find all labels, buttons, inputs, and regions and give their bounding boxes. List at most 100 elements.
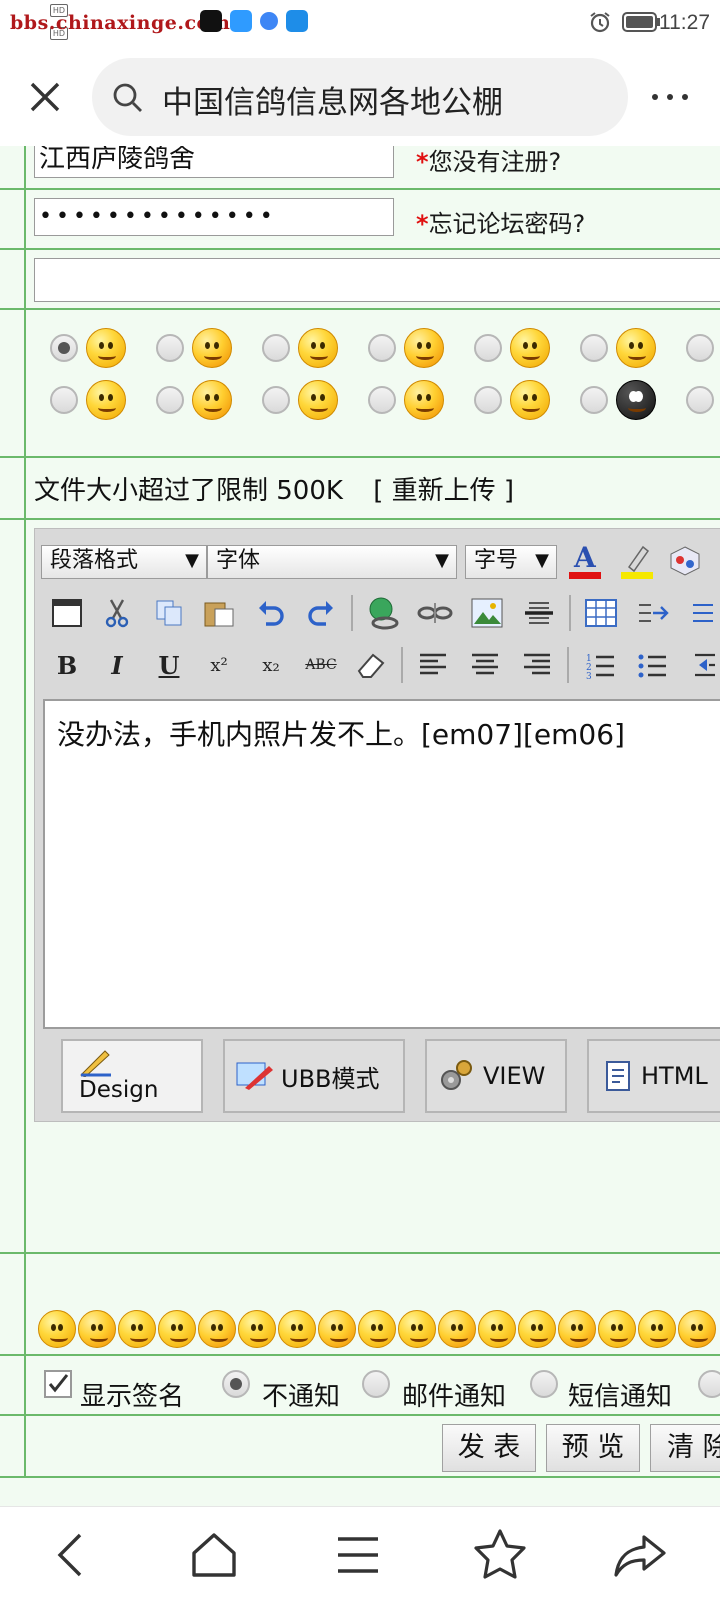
mood-radio[interactable] xyxy=(156,386,184,414)
sms-notify-radio[interactable] xyxy=(530,1370,558,1398)
clear-button[interactable]: 清 除 xyxy=(650,1424,720,1472)
submit-button[interactable]: 发 表 xyxy=(442,1424,536,1472)
design-mode-button[interactable]: Design xyxy=(61,1039,203,1113)
insert-table-button[interactable] xyxy=(581,593,621,633)
menu-button[interactable] xyxy=(328,1525,388,1585)
emoticon-icon[interactable] xyxy=(358,1310,396,1348)
italic-button[interactable]: I xyxy=(97,645,137,685)
align-right-button[interactable] xyxy=(517,645,557,685)
emoticon-icon[interactable] xyxy=(438,1310,476,1348)
align-left-button[interactable] xyxy=(413,645,453,685)
eraser-button[interactable] xyxy=(351,645,391,685)
mood-radio[interactable] xyxy=(686,386,714,414)
copy-button[interactable] xyxy=(149,593,189,633)
align-center-button[interactable] xyxy=(465,645,505,685)
mood-radio[interactable] xyxy=(262,386,290,414)
paste-button[interactable] xyxy=(199,593,239,633)
emoticon-icon[interactable] xyxy=(78,1310,116,1348)
insert-object-button[interactable] xyxy=(665,541,705,581)
share-button[interactable] xyxy=(610,1525,670,1585)
mood-radio[interactable] xyxy=(368,334,396,362)
show-signature-checkbox[interactable] xyxy=(44,1370,72,1398)
extra-notify-radio[interactable] xyxy=(698,1370,720,1398)
subscript-button[interactable]: x₂ xyxy=(251,645,291,685)
username-row: 江西庐陵鸽舍 *您没有注册? xyxy=(0,146,720,190)
mood-radio[interactable] xyxy=(580,334,608,362)
insert-column-button[interactable] xyxy=(633,593,673,633)
bold-button[interactable]: B xyxy=(47,645,87,685)
mood-radio[interactable] xyxy=(474,334,502,362)
emoticon-icon[interactable] xyxy=(558,1310,596,1348)
emoticon-icon[interactable] xyxy=(238,1310,276,1348)
emoticon-icon[interactable] xyxy=(158,1310,196,1348)
emoticon-icon[interactable] xyxy=(318,1310,356,1348)
unordered-list-button[interactable] xyxy=(633,645,673,685)
mood-radio[interactable] xyxy=(50,386,78,414)
username-input[interactable]: 江西庐陵鸽舍 xyxy=(34,146,394,178)
font-select[interactable]: 字体 ▼ xyxy=(207,545,457,579)
email-notify-radio[interactable] xyxy=(362,1370,390,1398)
underline-button[interactable]: U xyxy=(149,645,189,685)
smiley-face-icon xyxy=(510,380,550,420)
view-mode-button[interactable]: VIEW xyxy=(425,1039,567,1113)
title-input[interactable] xyxy=(34,258,720,302)
redo-button[interactable] xyxy=(301,593,341,633)
strikethrough-button[interactable]: ABC xyxy=(301,645,341,685)
home-button[interactable] xyxy=(184,1525,244,1585)
emoticon-icon[interactable] xyxy=(198,1310,236,1348)
cut-button[interactable] xyxy=(97,593,137,633)
more-button[interactable] xyxy=(640,82,700,112)
bullet-list-icon xyxy=(638,654,666,678)
insert-link-button[interactable] xyxy=(363,593,403,633)
outdent-button[interactable] xyxy=(683,645,720,685)
mood-radio[interactable] xyxy=(580,386,608,414)
undo-button[interactable] xyxy=(251,593,291,633)
mood-radio[interactable] xyxy=(368,386,396,414)
close-button[interactable] xyxy=(22,74,68,120)
back-button[interactable] xyxy=(42,1525,102,1585)
insert-row-button[interactable] xyxy=(683,593,720,633)
copy-icon xyxy=(156,600,182,626)
source-toggle-button[interactable] xyxy=(47,593,87,633)
font-color-button[interactable]: A xyxy=(565,541,605,581)
ubb-mode-button[interactable]: UBB模式 xyxy=(223,1039,405,1113)
ubb-icon xyxy=(236,1062,273,1090)
mood-radio[interactable] xyxy=(50,334,78,362)
reupload-link[interactable]: [ 重新上传 ] xyxy=(373,476,514,506)
mood-radio[interactable] xyxy=(156,334,184,362)
paragraph-format-select[interactable]: 段落格式 ▼ xyxy=(41,545,207,579)
horizontal-rule-button[interactable] xyxy=(519,593,559,633)
emoticon-icon[interactable] xyxy=(38,1310,76,1348)
mood-radio[interactable] xyxy=(686,334,714,362)
no-notify-radio[interactable] xyxy=(222,1370,250,1398)
emoticon-icon[interactable] xyxy=(678,1310,716,1348)
page-title: 中国信鸽信息网各地公棚 xyxy=(162,85,503,121)
bookmark-button[interactable] xyxy=(470,1525,530,1585)
smiley-face-icon xyxy=(192,380,232,420)
emoticon-icon[interactable] xyxy=(278,1310,316,1348)
editor-content-area[interactable]: 没办法，手机内照片发不上。[em07][em06] xyxy=(43,699,720,1029)
forgot-password-link[interactable]: *忘记论坛密码? xyxy=(416,204,585,239)
font-size-select[interactable]: 字号 ▼ xyxy=(465,545,557,579)
mood-radio[interactable] xyxy=(262,334,290,362)
back-icon xyxy=(57,1533,82,1577)
emoticon-icon[interactable] xyxy=(118,1310,156,1348)
mood-radio[interactable] xyxy=(474,386,502,414)
smiley-face-icon xyxy=(404,380,444,420)
emoticon-icon[interactable] xyxy=(398,1310,436,1348)
password-input[interactable]: •••••••••••••• xyxy=(34,198,394,236)
emoticon-icon[interactable] xyxy=(598,1310,636,1348)
emoticon-icon[interactable] xyxy=(638,1310,676,1348)
ordered-list-button[interactable]: 123 xyxy=(581,645,621,685)
address-bar[interactable]: 中国信鸽信息网各地公棚 xyxy=(92,58,628,136)
preview-button[interactable]: 预 览 xyxy=(546,1424,640,1472)
register-link[interactable]: *您没有注册? xyxy=(416,146,561,177)
emoticon-icon[interactable] xyxy=(518,1310,556,1348)
site-watermark: bbs.chinaxinge.com xyxy=(10,12,231,34)
emoticon-icon[interactable] xyxy=(478,1310,516,1348)
highlight-button[interactable] xyxy=(617,541,657,581)
insert-image-button[interactable] xyxy=(467,593,507,633)
html-mode-button[interactable]: HTML xyxy=(587,1039,720,1113)
unlink-button[interactable] xyxy=(415,593,455,633)
superscript-button[interactable]: x² xyxy=(199,645,239,685)
